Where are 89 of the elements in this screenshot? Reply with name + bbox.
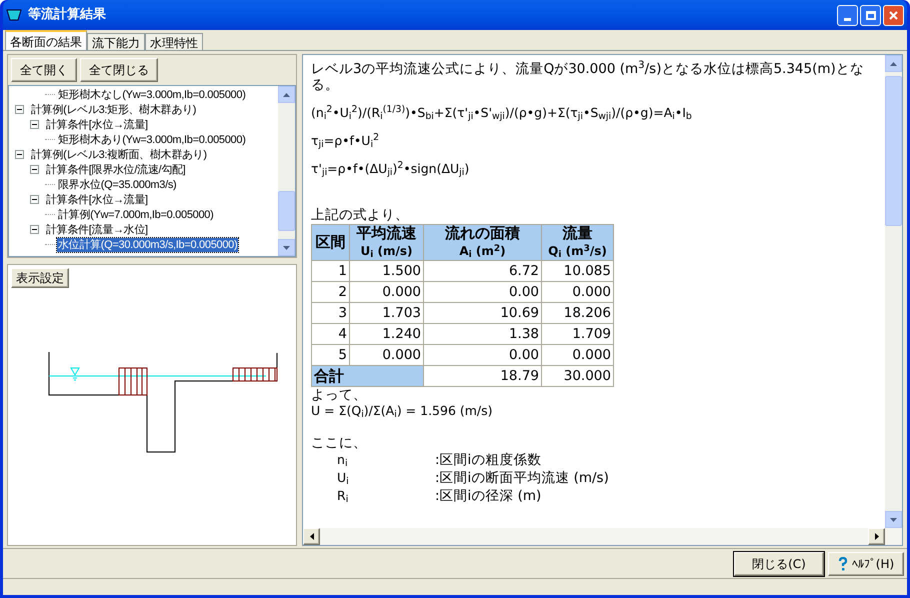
question-mark-icon	[838, 556, 848, 570]
tree-connector-icon	[45, 139, 55, 140]
scroll-left-button[interactable]	[303, 528, 320, 545]
total-label: 合計	[312, 366, 424, 386]
tree-item[interactable]: 計算条件[水位→流量]	[45, 192, 149, 206]
table-cell: 0.000	[542, 282, 614, 302]
tree-connector-icon	[45, 214, 55, 215]
tree-action-button[interactable]: 全て閉じる	[80, 58, 158, 82]
table-cell: 2	[312, 282, 350, 302]
tree-item[interactable]: 計算例(レベル3:矩形、樹木群あり)	[30, 102, 198, 116]
tab[interactable]: 各断面の結果	[5, 30, 87, 50]
scroll-up-button[interactable]	[885, 55, 902, 72]
table-cell: 18.79	[424, 366, 542, 386]
tab[interactable]: 水理特性	[145, 33, 203, 50]
table-cell: 0.00	[424, 282, 542, 302]
close-dialog-button[interactable]: 閉じる(C)	[734, 552, 824, 576]
tree-item[interactable]: 矩形樹木あり(Yw=3.000m,Ib=0.005000)	[57, 132, 247, 146]
collapse-toggle-icon[interactable]	[30, 195, 39, 204]
tab[interactable]: 流下能力	[87, 33, 145, 50]
up-arrow-icon	[890, 62, 897, 66]
tree-item[interactable]: 計算例(Yw=7.000m,Ib=0.005000)	[57, 208, 214, 222]
tree-item[interactable]: 矩形樹木なし(Yw=3.000m,Ib=0.005000)	[57, 88, 247, 102]
tree-action-button[interactable]: 全て開く	[11, 58, 77, 82]
scrollbar-thumb[interactable]	[885, 76, 902, 226]
column-header: 区間	[312, 224, 350, 260]
table-cell: 1.500	[350, 260, 424, 282]
maximize-button[interactable]	[860, 4, 881, 26]
scroll-up-button[interactable]	[278, 86, 295, 103]
tree-item[interactable]: 計算例(レベル3:複断面、樹木群あり)	[30, 148, 208, 162]
up-arrow-icon	[283, 92, 290, 96]
collapse-toggle-icon[interactable]	[15, 105, 24, 114]
window-title: 等流計算結果	[28, 6, 107, 24]
table-cell: 3	[312, 302, 350, 324]
scroll-right-button[interactable]	[868, 528, 885, 545]
tree-item[interactable]: 水位計算(Q=30.000m3/s,Ib=0.005000)	[57, 238, 238, 252]
tree-connector-icon	[45, 244, 55, 245]
table-cell: 1.709	[542, 324, 614, 344]
table-cell: 1.240	[350, 324, 424, 344]
symbol: U$_{i}$	[337, 469, 350, 487]
tree-item[interactable]: 計算条件[限界水位/流速/勾配]	[45, 162, 186, 176]
left-arrow-icon	[310, 533, 314, 540]
tree-connector-icon	[45, 94, 55, 95]
tree-item[interactable]: 計算条件[流量→水位]	[45, 222, 149, 236]
table-cell: 0.00	[424, 344, 542, 366]
right-arrow-icon	[874, 533, 878, 540]
table-cell: 30.000	[542, 366, 614, 386]
scrollbar-thumb[interactable]	[278, 191, 295, 231]
table-cell: 4	[312, 324, 350, 344]
table-cell: 10.085	[542, 260, 614, 282]
down-arrow-icon	[283, 246, 290, 250]
down-arrow-icon	[890, 518, 897, 522]
table-cell: 10.69	[424, 302, 542, 324]
table-cell: 1.703	[350, 302, 424, 324]
symbol: R$_{i}$	[337, 487, 350, 505]
help-button[interactable]: ﾍﾙﾌﾟ(H)	[828, 552, 904, 576]
formula: τ'$_{ji}$=ρ•f•(ΔU$_{ji}$)$^{2}$•sign(ΔU$_{ji}$)	[311, 161, 470, 177]
display-settings-button[interactable]: 表示設定	[11, 268, 69, 288]
collapse-toggle-icon[interactable]	[15, 150, 24, 159]
tree-item[interactable]: 限界水位(Q=35.000m3/s)	[57, 178, 178, 192]
formula: (n$_{i}$$^{2}$•U$_{i}$$^{2}$)/(R$_{i}$$^{(1/3)}$)•S$_{bi}$+Σ(τ'$_{ji}$•S'$_{wji}$)/(ρ•g)+Σ(τ$_{ji}$•S$_{wji}$)/(ρ•g)=A$_{i}$•I$_{b}$	[311, 105, 693, 121]
definition-text: :区間iの径深 (m)	[435, 487, 542, 505]
scroll-down-button[interactable]	[278, 239, 295, 256]
mean-velocity-formula: U = Σ(Q$_{i}$)/Σ(A$_{i}$) = 1.596 (m/s)	[311, 403, 494, 419]
table-cell: 0.000	[350, 282, 424, 302]
conclusion-text: よって、	[311, 387, 368, 403]
tree-item[interactable]: 計算条件[水位→流量]	[45, 118, 149, 132]
result-summary: レベル3の平均流速公式により、流量Qが30.000 (m$^{3}$/s)となる水位は標高5.345(m)となる。	[311, 61, 865, 93]
where-text: ここに、	[311, 435, 368, 451]
table-cell: 1.38	[424, 324, 542, 344]
close-button[interactable]	[883, 4, 904, 26]
tree-connector-icon	[45, 184, 55, 185]
close-icon	[889, 10, 898, 20]
collapse-toggle-icon[interactable]	[30, 225, 39, 234]
scroll-down-button[interactable]	[885, 511, 902, 528]
table-cell: 6.72	[424, 260, 542, 282]
definition-text: :区間iの粗度係数	[435, 451, 542, 469]
column-header: 流量 Q$_{i}$ (m$^{3}$/s)	[542, 224, 614, 260]
collapse-toggle-icon[interactable]	[30, 165, 39, 174]
table-cell: 0.000	[542, 344, 614, 366]
table-cell: 18.206	[542, 302, 614, 324]
window-app-icon	[6, 7, 22, 23]
symbol: n$_{i}$	[337, 451, 349, 469]
column-header: 流れの面積 A$_{i}$ (m$^{2}$)	[424, 224, 542, 260]
column-header: 平均流速 U$_{i}$ (m/s)	[350, 224, 424, 260]
minimize-button[interactable]	[837, 4, 858, 26]
definition-text: :区間iの断面平均流速 (m/s)	[435, 469, 609, 487]
collapse-toggle-icon[interactable]	[30, 120, 39, 129]
table-cell: 1	[312, 260, 350, 282]
table-intro: 上記の式より、	[311, 207, 410, 223]
